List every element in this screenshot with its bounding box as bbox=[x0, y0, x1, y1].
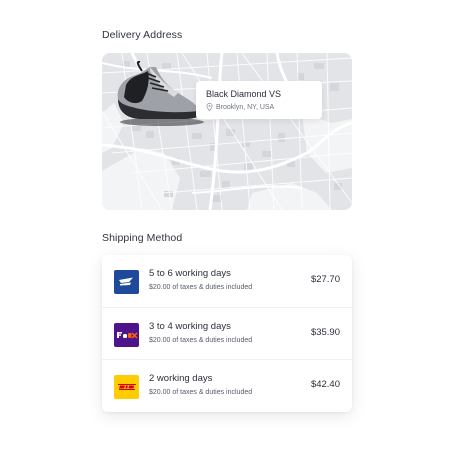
location-text: Brooklyn, NY, USA bbox=[216, 103, 275, 111]
dhl-logo-icon bbox=[114, 375, 139, 399]
shipping-option-usps[interactable]: 5 to 6 working days $20.00 of taxes & du… bbox=[102, 255, 352, 307]
product-location: Brooklyn, NY, USA bbox=[206, 103, 274, 111]
shipping-taxes-note: $20.00 of taxes & duties included bbox=[149, 284, 253, 291]
shipping-options-list: 5 to 6 working days $20.00 of taxes & du… bbox=[102, 255, 352, 412]
product-name: Black Diamond VS bbox=[206, 89, 282, 99]
shipping-price: $27.70 bbox=[310, 274, 340, 285]
shipping-days: 5 to 6 working days bbox=[149, 268, 231, 279]
shipping-price: $42.40 bbox=[310, 379, 340, 390]
shipping-price: $35.90 bbox=[310, 327, 340, 338]
fedex-logo-icon bbox=[114, 323, 139, 347]
delivery-map[interactable]: Black Diamond VS Brooklyn, NY, USA bbox=[102, 53, 352, 210]
usps-eagle-icon bbox=[114, 270, 139, 294]
location-pin-icon bbox=[206, 103, 213, 111]
climbing-shoe-image bbox=[117, 61, 204, 126]
shipping-taxes-note: $20.00 of taxes & duties included bbox=[149, 337, 253, 344]
delivery-address-heading: Delivery Address bbox=[102, 29, 183, 41]
shipping-days: 2 working days bbox=[149, 373, 213, 384]
delivery-product-card[interactable]: Black Diamond VS Brooklyn, NY, USA bbox=[196, 81, 322, 119]
shipping-method-heading: Shipping Method bbox=[102, 232, 183, 244]
shipping-days: 3 to 4 working days bbox=[149, 321, 231, 332]
shipping-taxes-note: $20.00 of taxes & duties included bbox=[149, 389, 253, 396]
shipping-option-fedex[interactable]: 3 to 4 working days $20.00 of taxes & du… bbox=[102, 307, 352, 359]
shipping-option-dhl[interactable]: 2 working days $20.00 of taxes & duties … bbox=[102, 359, 352, 411]
